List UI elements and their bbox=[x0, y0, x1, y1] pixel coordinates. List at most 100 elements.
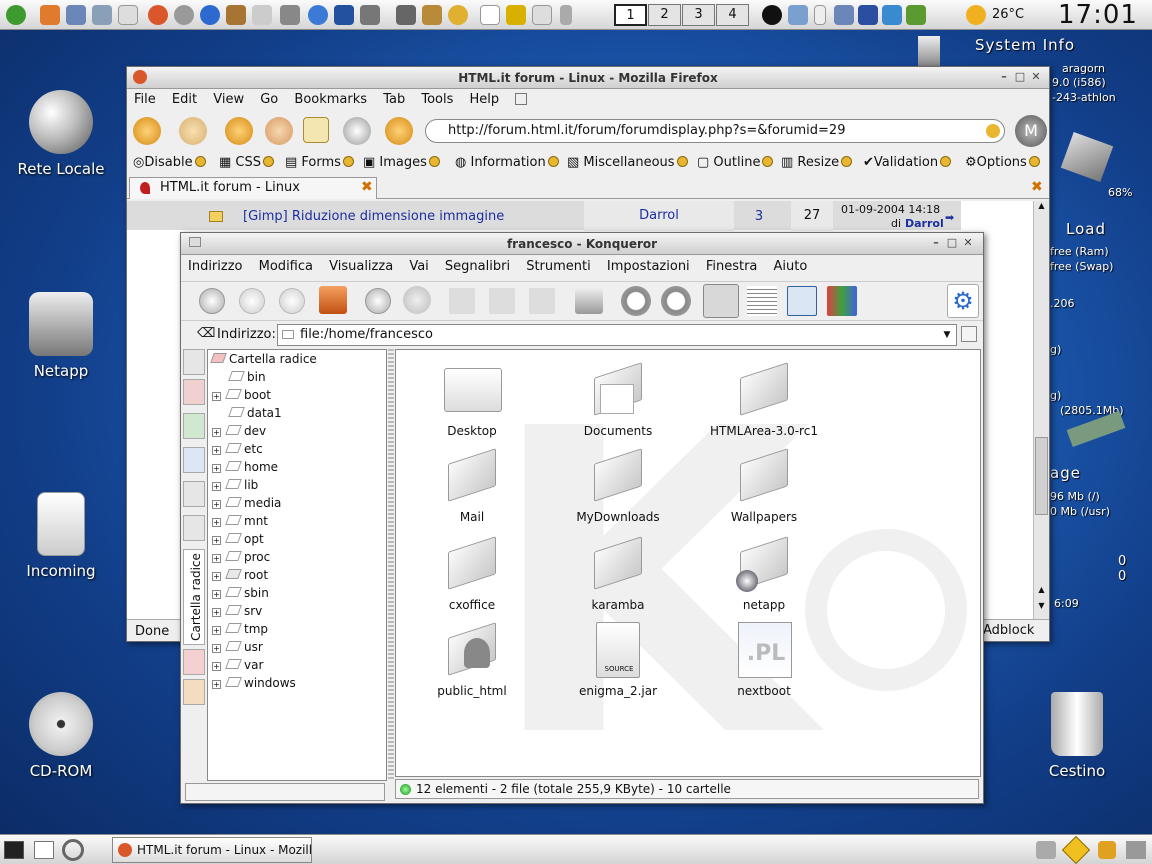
close-tab-icon[interactable]: ✖ bbox=[1031, 179, 1043, 195]
kmenu-icon[interactable] bbox=[6, 5, 26, 25]
paste-icon[interactable] bbox=[529, 288, 555, 314]
find-icon[interactable] bbox=[787, 286, 817, 316]
file-nextboot[interactable]: .PL nextboot bbox=[694, 622, 834, 698]
forward-icon[interactable] bbox=[279, 288, 305, 314]
printer-icon[interactable] bbox=[1036, 841, 1056, 859]
clock-icon[interactable] bbox=[174, 5, 194, 25]
cut-icon[interactable] bbox=[449, 288, 475, 314]
menu-aiuto[interactable]: Aiuto bbox=[774, 259, 808, 274]
split-view-icon[interactable] bbox=[827, 286, 857, 316]
tree-item[interactable]: + opt bbox=[212, 530, 264, 548]
network-status-icon[interactable] bbox=[882, 5, 902, 25]
services-icon[interactable] bbox=[183, 649, 205, 675]
forward-icon[interactable] bbox=[179, 117, 207, 145]
app-icon[interactable] bbox=[422, 5, 442, 25]
scroll-down-icon[interactable]: ▼ bbox=[1035, 601, 1048, 615]
menu-view[interactable]: View bbox=[213, 92, 244, 107]
forum-row[interactable]: [Gimp] Riduzione dimensione immagine Dar… bbox=[127, 201, 961, 231]
clock[interactable]: 17:01 bbox=[1058, 0, 1138, 30]
lock-icon[interactable] bbox=[1098, 841, 1116, 859]
menu-visualizza[interactable]: Visualizza bbox=[329, 259, 393, 274]
desktop-3[interactable]: 3 bbox=[682, 4, 715, 26]
sidebar-tab-root-folder[interactable]: Cartella radice bbox=[183, 549, 205, 645]
sidebar-config-icon[interactable] bbox=[183, 349, 205, 375]
menu-tools[interactable]: Tools bbox=[421, 92, 453, 107]
devbar-images[interactable]: ▣ Images bbox=[363, 153, 440, 173]
firefox-titlebar[interactable]: HTML.it forum - Linux - Mozilla Firefox … bbox=[127, 67, 1049, 89]
menu-indirizzo[interactable]: Indirizzo bbox=[188, 259, 243, 274]
calendar-icon[interactable] bbox=[480, 5, 500, 25]
menu-modifica[interactable]: Modifica bbox=[259, 259, 313, 274]
home-icon[interactable] bbox=[40, 5, 60, 25]
scroll-up-icon[interactable]: ▲ bbox=[1035, 201, 1048, 215]
home-icon[interactable] bbox=[319, 286, 347, 314]
menu-strumenti[interactable]: Strumenti bbox=[526, 259, 591, 274]
clear-address-icon[interactable]: ⌫ bbox=[197, 326, 215, 341]
tab-html-it-forum[interactable]: HTML.it forum - Linux bbox=[129, 177, 377, 199]
copy-icon[interactable] bbox=[489, 288, 515, 314]
back-icon[interactable] bbox=[239, 288, 265, 314]
chip-icon[interactable] bbox=[506, 5, 526, 25]
go-icon[interactable] bbox=[986, 124, 1000, 138]
desktop-icon-cestino[interactable]: Cestino bbox=[1022, 692, 1132, 780]
toolbar-grip-icon[interactable] bbox=[515, 93, 528, 105]
konqueror-titlebar[interactable]: francesco - Konqueror – □ ✕ bbox=[181, 233, 983, 255]
desktop-2[interactable]: 2 bbox=[648, 4, 681, 26]
last-post-arrow-icon[interactable]: ➡ bbox=[945, 211, 954, 224]
scroll-thumb[interactable] bbox=[1035, 437, 1048, 515]
devbar-validation[interactable]: ✔Validation bbox=[863, 153, 952, 173]
palette-icon[interactable] bbox=[448, 5, 468, 25]
file-mail[interactable]: Mail bbox=[402, 448, 542, 524]
scroll-up2-icon[interactable]: ▲ bbox=[1035, 585, 1048, 599]
file-netapp[interactable]: netapp bbox=[694, 536, 834, 612]
address-input[interactable]: file:/home/francesco ▼ bbox=[277, 324, 957, 346]
tree-item[interactable]: bin bbox=[228, 368, 266, 386]
home-folder-icon[interactable] bbox=[183, 481, 205, 507]
menu-finestra[interactable]: Finestra bbox=[706, 259, 758, 274]
stop-icon[interactable] bbox=[265, 117, 293, 145]
home-icon[interactable] bbox=[385, 117, 413, 145]
up-icon[interactable] bbox=[199, 288, 225, 314]
list-view-icon[interactable] bbox=[747, 286, 777, 316]
desktop-4[interactable]: 4 bbox=[716, 4, 749, 26]
menu-segnalibri[interactable]: Segnalibri bbox=[445, 259, 510, 274]
globe-icon[interactable] bbox=[308, 5, 328, 25]
firefox-icon[interactable] bbox=[148, 5, 168, 25]
devbar-forms[interactable]: ▤ Forms bbox=[285, 153, 354, 173]
search-icon[interactable] bbox=[62, 839, 84, 861]
klipper-icon[interactable] bbox=[906, 5, 926, 25]
calculator-icon[interactable] bbox=[280, 5, 300, 25]
print-icon[interactable] bbox=[575, 288, 603, 314]
throbber-icon[interactable]: M bbox=[1015, 115, 1047, 147]
stop-icon[interactable] bbox=[403, 286, 431, 314]
tree-root[interactable]: Cartella radice bbox=[210, 350, 317, 368]
desktop-icon-incoming[interactable]: Incoming bbox=[6, 492, 116, 580]
devices-icon[interactable] bbox=[183, 413, 205, 439]
file-enigma-jar[interactable]: SOURCE enigma_2.jar bbox=[548, 622, 688, 698]
file-wallpapers[interactable]: Wallpapers bbox=[694, 448, 834, 524]
topic-author[interactable]: Darrol bbox=[584, 201, 734, 231]
maximize-button[interactable]: □ bbox=[945, 236, 959, 250]
battery-icon[interactable] bbox=[560, 5, 572, 25]
logout-icon[interactable] bbox=[1126, 841, 1146, 859]
editor-icon[interactable] bbox=[118, 5, 138, 25]
network-icon[interactable] bbox=[183, 515, 205, 541]
tree-item[interactable]: + usr bbox=[212, 638, 263, 656]
clipboard-icon[interactable] bbox=[814, 5, 826, 25]
media-icon[interactable] bbox=[183, 679, 205, 705]
file-public-html[interactable]: public_html bbox=[402, 622, 542, 698]
devbar-css[interactable]: ▦ CSS bbox=[219, 153, 275, 173]
menu-bookmarks[interactable]: Bookmarks bbox=[294, 92, 367, 107]
tree-item[interactable]: + home bbox=[212, 458, 278, 476]
tree-item[interactable]: + mnt bbox=[212, 512, 268, 530]
zoom-out-icon[interactable] bbox=[661, 286, 691, 316]
menu-vai[interactable]: Vai bbox=[409, 259, 428, 274]
file-karamba[interactable]: karamba bbox=[548, 536, 688, 612]
file-documents[interactable]: Documents bbox=[548, 362, 688, 438]
devbar-resize[interactable]: ▥ Resize bbox=[781, 153, 853, 173]
tree-item[interactable]: + lib bbox=[212, 476, 258, 494]
network-icon[interactable] bbox=[66, 5, 86, 25]
tree-item[interactable]: + root bbox=[212, 566, 268, 584]
menu-impostazioni[interactable]: Impostazioni bbox=[607, 259, 690, 274]
file-htmlarea[interactable]: HTMLArea-3.0-rc1 bbox=[694, 362, 834, 438]
